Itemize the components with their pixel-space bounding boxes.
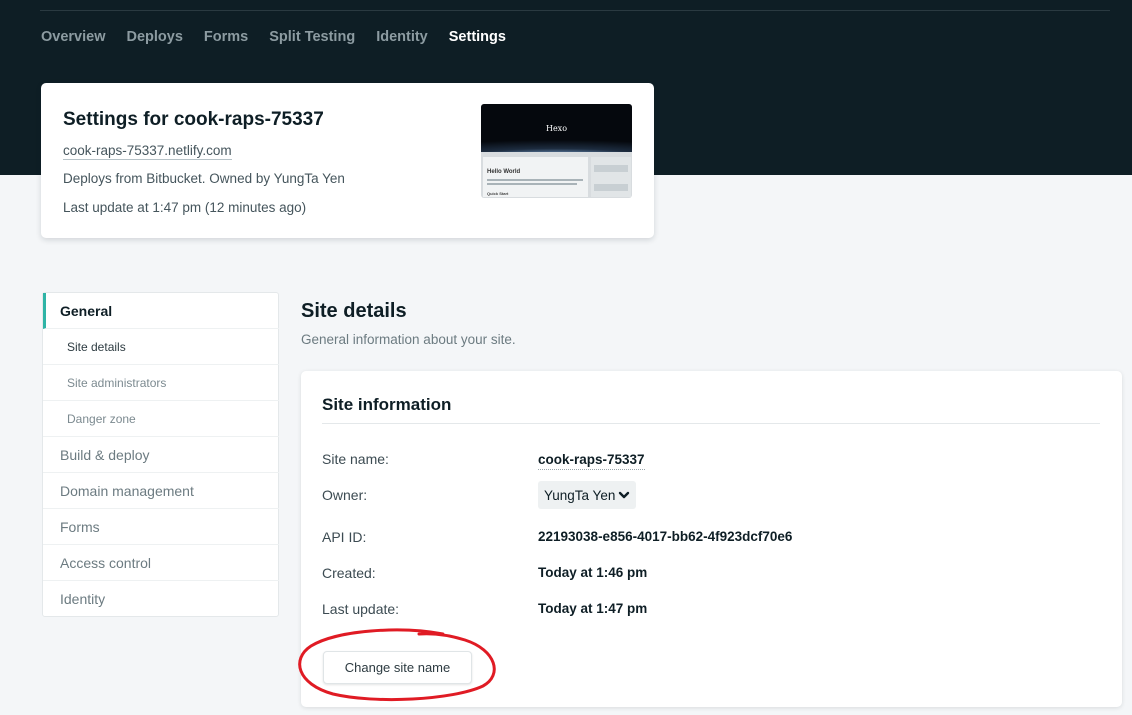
tab-split-testing[interactable]: Split Testing [269,29,355,45]
sidebar-item-access-control[interactable]: Access control [43,545,279,581]
top-nav: Overview Deploys Forms Split Testing Ide… [41,29,527,45]
thumbnail-sidebar-box [594,165,628,172]
thumbnail-content: Hello World Quick Start [483,157,588,197]
card-title: Site information [322,395,452,414]
owner-dropdown[interactable]: YungTa Yen [538,481,637,509]
sidebar-item-build-deploy[interactable]: Build & deploy [43,437,279,473]
header-divider [40,10,1110,11]
last-update-label: Last update: [322,601,400,617]
thumbnail-sidebar-box [594,184,628,191]
sidebar-item-forms[interactable]: Forms [43,509,279,545]
api-id-value: 22193038-e856-4017-bb62-4f923dcf70e6 [538,529,793,544]
tab-settings[interactable]: Settings [449,29,506,45]
tab-overview[interactable]: Overview [41,29,106,45]
info-row-site-name: Site name: cook-raps-75337 [301,442,1122,478]
tab-deploys[interactable]: Deploys [127,29,183,45]
sidebar-item-general[interactable]: General [43,293,279,329]
owner-label: Owner: [322,487,368,503]
section-title: Site details [301,300,407,322]
thumbnail-text-line [487,183,577,185]
card-divider [322,423,1100,424]
info-row-last-update: Last update: Today at 1:47 pm [301,592,1122,628]
section-description: General information about your site. [301,332,516,347]
sidebar-item-site-administrators[interactable]: Site administrators [43,365,279,401]
settings-sidebar: General Site details Site administrators… [42,292,279,617]
last-update-text: Last update at 1:47 pm (12 minutes ago) [63,200,307,215]
info-row-owner: Owner: YungTa Yen [301,478,1122,514]
page-title: Settings for cook-raps-75337 [63,109,324,130]
thumbnail-sidebar [591,157,631,197]
created-label: Created: [322,565,376,581]
info-row-api-id: API ID: 22193038-e856-4017-bb62-4f923dcf… [301,520,1122,556]
site-summary-card: Settings for cook-raps-75337 cook-raps-7… [41,83,654,238]
api-id-label: API ID: [322,529,367,545]
sidebar-item-site-details[interactable]: Site details [43,329,279,365]
tab-identity[interactable]: Identity [376,29,428,45]
site-url-link[interactable]: cook-raps-75337.netlify.com [63,142,232,160]
site-name-label: Site name: [322,451,389,467]
sidebar-item-identity[interactable]: Identity [43,581,279,617]
owner-value: YungTa Yen [544,487,616,503]
sidebar-item-domain-management[interactable]: Domain management [43,473,279,509]
tab-forms[interactable]: Forms [204,29,248,45]
last-update-value: Today at 1:47 pm [538,601,648,616]
change-site-name-button[interactable]: Change site name [323,651,472,684]
chevron-down-icon [619,491,630,499]
info-row-created: Created: Today at 1:46 pm [301,556,1122,592]
site-screenshot-thumbnail[interactable]: Hexo Hello World Quick Start [481,104,632,198]
thumbnail-text-line [487,179,583,181]
sidebar-item-danger-zone[interactable]: Danger zone [43,401,279,437]
thumbnail-post-title: Hello World [487,169,521,175]
thumbnail-section-title: Quick Start [487,191,509,196]
site-name-value: cook-raps-75337 [538,451,645,470]
thumbnail-logo-text: Hexo [545,124,568,133]
site-information-card: Site information Site name: cook-raps-75… [301,371,1122,707]
deploy-source-text: Deploys from Bitbucket. Owned by YungTa … [63,171,345,186]
created-value: Today at 1:46 pm [538,565,648,580]
